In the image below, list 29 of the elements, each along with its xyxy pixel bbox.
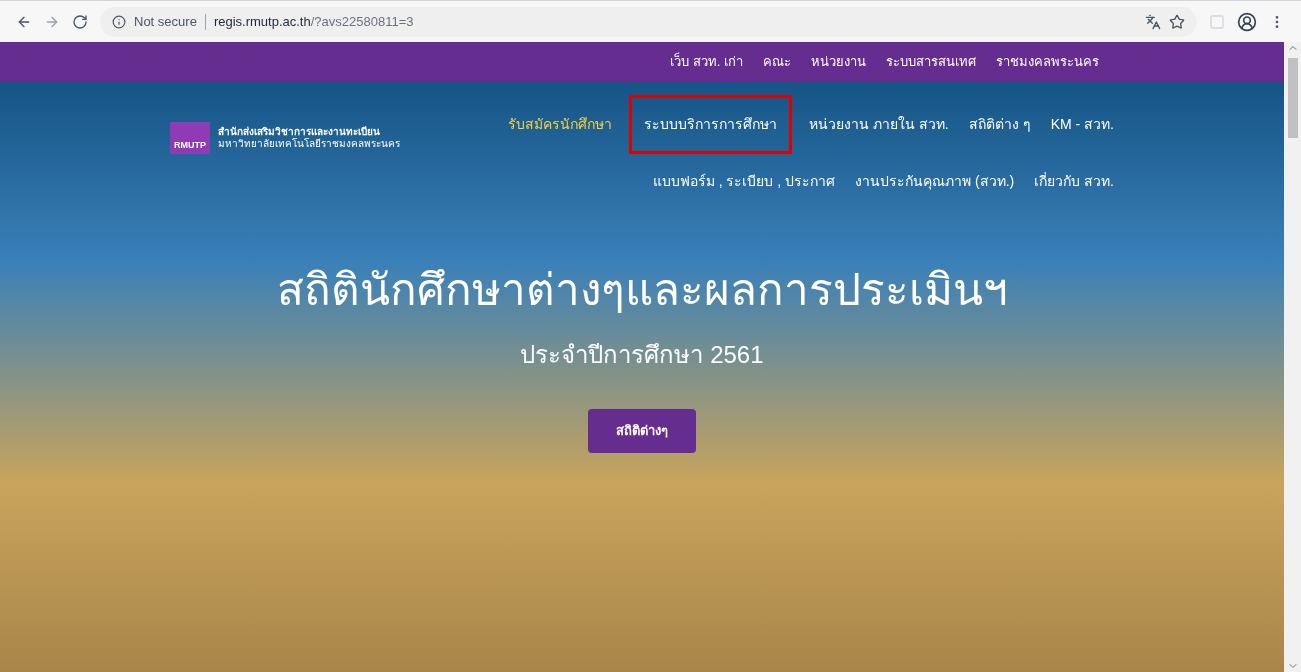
- main-nav-link[interactable]: KM - สวท.: [1050, 114, 1114, 135]
- top-nav-link[interactable]: คณะ: [763, 52, 791, 72]
- top-nav-link[interactable]: ระบบสารสนเทศ: [886, 52, 976, 72]
- main-nav-link[interactable]: งานประกันคุณภาพ (สวท.): [855, 171, 1015, 192]
- address-bar[interactable]: Not secure regis.rmutp.ac.th/?avs22580811=3: [100, 6, 1197, 37]
- main-nav-link[interactable]: รับสมัครนักศึกษา: [508, 114, 613, 135]
- main-nav-link[interactable]: เกี่ยวกับ สวท.: [1034, 171, 1114, 192]
- hero-subtitle: ประจำปีการศึกษา 2561: [520, 340, 764, 370]
- top-nav-link[interactable]: ราชมงคลพระนคร: [996, 52, 1099, 72]
- url-text: regis.rmutp.ac.th/?avs22580811=3: [213, 12, 414, 31]
- top-nav-link[interactable]: เว็บ สวท. เก่า: [670, 52, 743, 72]
- translate-icon[interactable]: [1145, 13, 1161, 30]
- star-icon[interactable]: [1169, 13, 1185, 30]
- main-nav-link[interactable]: แบบฟอร์ม , ระเบียบ , ประกาศ: [652, 171, 836, 192]
- scroll-thumb[interactable]: [1287, 58, 1298, 138]
- logo-badge: RMUTP: [170, 122, 210, 154]
- top-nav-link[interactable]: หน่วยงาน: [811, 52, 866, 72]
- logo-title: สำนักส่งเสริมวิชาการและงานทะเบียน: [218, 125, 381, 138]
- main-nav-link[interactable]: ระบบบริการการศึกษา: [632, 98, 790, 151]
- main-nav-link[interactable]: สถิติต่าง ๆ: [968, 114, 1031, 135]
- main-nav-link[interactable]: หน่วยงาน ภายใน สวท.: [809, 114, 949, 135]
- hero-title: สถิตินักศึกษาต่างๆและผลการประเมินฯ: [276, 264, 1008, 316]
- info-icon[interactable]: [112, 14, 126, 29]
- security-label: Not secure: [134, 12, 197, 31]
- logo-subtitle: มหาวิทยาลัยเทคโนโลยีราชมงคลพระนคร: [218, 138, 400, 151]
- reload-icon[interactable]: [72, 13, 88, 30]
- statistics-button[interactable]: สถิติต่างๆ: [588, 409, 696, 453]
- scrollbar[interactable]: [1284, 42, 1301, 672]
- profile-icon[interactable]: [1237, 11, 1257, 32]
